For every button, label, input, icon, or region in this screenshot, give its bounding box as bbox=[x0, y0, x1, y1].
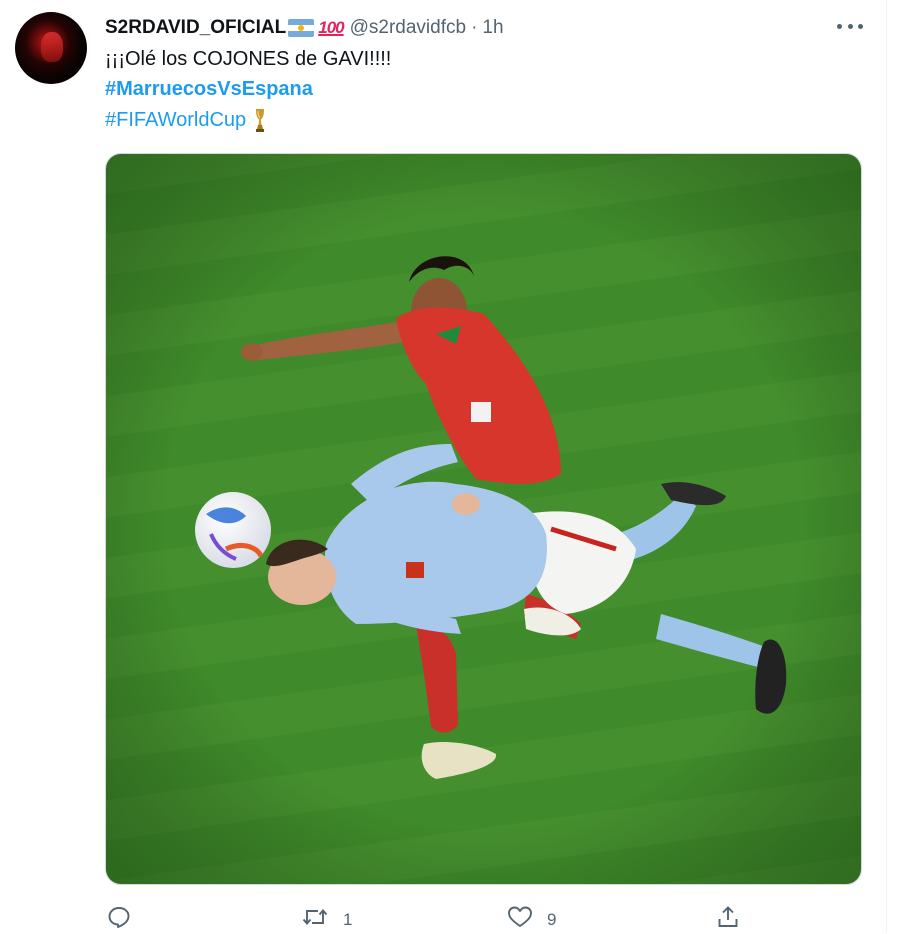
separator: · bbox=[471, 17, 478, 38]
like-count: 9 bbox=[547, 909, 557, 929]
tweet-text: ¡¡¡Olé los COJONES de GAVI!!!! bbox=[105, 48, 392, 70]
avatar[interactable] bbox=[15, 12, 87, 84]
tweet-actions: 1 9 bbox=[0, 900, 886, 933]
reply-button[interactable] bbox=[107, 905, 145, 934]
retweet-icon bbox=[301, 905, 329, 934]
soccer-photo bbox=[106, 154, 861, 884]
argentina-flag-icon bbox=[288, 19, 315, 37]
timestamp[interactable]: 1h bbox=[482, 17, 503, 39]
timeline-border bbox=[886, 0, 887, 933]
share-icon bbox=[716, 905, 740, 934]
user-handle[interactable]: @s2rdavidfcb bbox=[350, 17, 466, 39]
share-button[interactable] bbox=[716, 905, 740, 934]
tweet-media-photo[interactable] bbox=[105, 153, 862, 885]
retweet-count: 1 bbox=[343, 909, 353, 929]
hundred-points-icon: 100 bbox=[318, 18, 344, 37]
hashtag-fifa-world-cup[interactable]: #FIFAWorldCup bbox=[105, 109, 246, 132]
hashtag-fifa-world-cup-row: #FIFAWorldCup bbox=[105, 108, 267, 132]
avatar-face bbox=[41, 32, 63, 62]
reply-icon bbox=[107, 905, 131, 934]
heart-icon bbox=[507, 905, 533, 934]
retweet-button[interactable]: 1 bbox=[301, 905, 352, 934]
display-name[interactable]: S2RDAVID_OFICIAL bbox=[105, 17, 286, 39]
hashtag-marruecos-vs-espana[interactable]: #MarruecosVsEspana bbox=[105, 78, 313, 101]
like-button[interactable]: 9 bbox=[507, 905, 556, 934]
trophy-icon bbox=[253, 108, 267, 132]
tweet-header: S2RDAVID_OFICIAL 100 @s2rdavidfcb · 1h bbox=[105, 14, 504, 42]
more-options-icon[interactable] bbox=[837, 18, 863, 34]
